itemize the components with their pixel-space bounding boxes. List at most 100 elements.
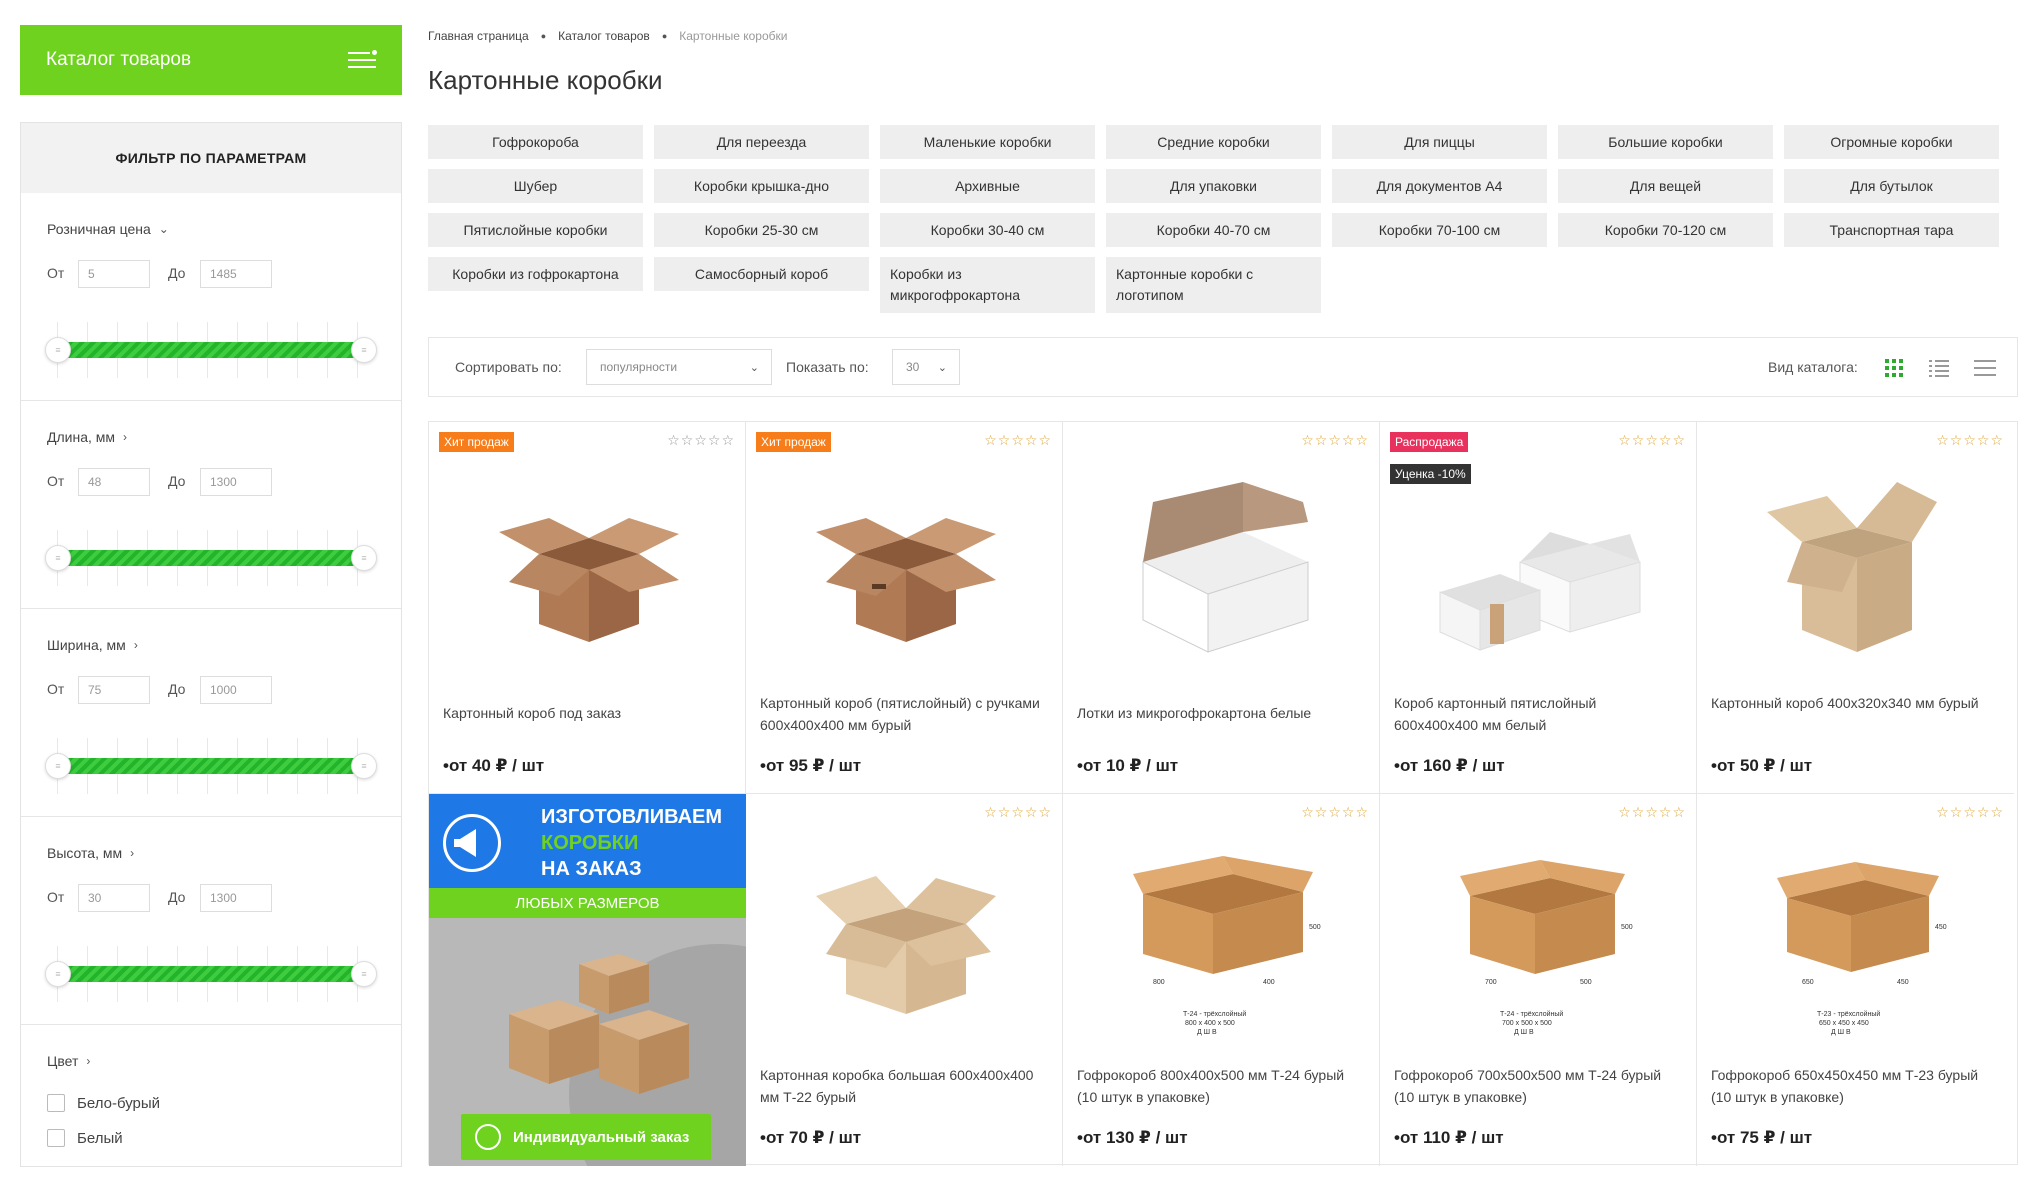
show-label: Показать по:	[786, 359, 869, 375]
product-price: •от 50 ₽ / шт	[1711, 756, 1813, 775]
tag[interactable]: Для упаковки	[1106, 169, 1321, 203]
svg-text:450: 450	[1897, 979, 1909, 986]
width-slider-min-handle[interactable]: ≡	[45, 753, 71, 779]
price-from-input[interactable]: 5	[78, 260, 150, 288]
tag[interactable]: Средние коробки	[1106, 125, 1321, 159]
product-card[interactable]: ☆☆☆☆☆ Лотки из микрогофрокартона белые •…	[1063, 422, 1380, 794]
banner-subtitle: ЛЮБЫХ РАЗМЕРОВ	[429, 888, 746, 918]
width-to-input[interactable]: 1000	[200, 676, 272, 704]
product-name[interactable]: Короб картонный пятислойный 600х400х400 …	[1394, 692, 1684, 736]
price-slider-max-handle[interactable]: ≡	[351, 337, 377, 363]
breadcrumb-catalog[interactable]: Каталог товаров	[558, 29, 650, 43]
width-from-input[interactable]: 75	[78, 676, 150, 704]
catalog-menu-button[interactable]: Каталог товаров	[20, 25, 402, 95]
filter-price-toggle[interactable]: Розничная цена ⌄	[47, 221, 169, 237]
product-image[interactable]: 500 700 500 Т-24 - трёхслойный 700 х 500…	[1430, 834, 1647, 1044]
color-option-belo-bury[interactable]: Бело-бурый	[47, 1094, 160, 1112]
tag[interactable]: Архивные	[880, 169, 1095, 203]
length-slider-max-handle[interactable]: ≡	[351, 545, 377, 571]
product-image[interactable]: 450 650 450 Т-23 - трёхслойный 650 х 450…	[1747, 834, 1964, 1044]
length-to-input[interactable]: 1300	[200, 468, 272, 496]
tag[interactable]: Для переезда	[654, 125, 869, 159]
tag[interactable]: Маленькие коробки	[880, 125, 1095, 159]
product-image[interactable]	[1747, 462, 1964, 672]
product-card[interactable]: Распродажа Уценка -10% ☆☆☆☆☆ Короб карто…	[1380, 422, 1697, 794]
tag[interactable]: Коробки 30-40 см	[880, 213, 1095, 247]
length-slider-min-handle[interactable]: ≡	[45, 545, 71, 571]
tag[interactable]: Коробки 40-70 см	[1106, 213, 1321, 247]
tag[interactable]: Для пиццы	[1332, 125, 1547, 159]
product-card[interactable]: ☆☆☆☆☆ Картонная коробка большая 600х400х…	[746, 794, 1063, 1166]
grid-view-icon[interactable]	[1885, 359, 1903, 377]
product-image[interactable]	[1113, 462, 1330, 672]
product-name[interactable]: Картонный короб под заказ	[443, 702, 733, 724]
tag[interactable]: Для бутылок	[1784, 169, 1999, 203]
tag[interactable]: Коробки 25-30 см	[654, 213, 869, 247]
product-name[interactable]: Картонная коробка большая 600х400х400 мм…	[760, 1064, 1050, 1108]
width-slider-max-handle[interactable]: ≡	[351, 753, 377, 779]
product-card[interactable]: ☆☆☆☆☆ Картонный короб 400х320х340 мм бур…	[1697, 422, 2014, 794]
product-name[interactable]: Лотки из микрогофрокартона белые	[1077, 702, 1367, 724]
product-card[interactable]: ☆☆☆☆☆ 450 650 450 Т-23 - трёхслойный 650…	[1697, 794, 2014, 1166]
height-slider-min-handle[interactable]: ≡	[45, 961, 71, 987]
product-name[interactable]: Гофрокороб 650х450х450 мм Т-23 бурый (10…	[1711, 1064, 2001, 1108]
height-slider-track[interactable]	[57, 966, 360, 982]
height-from-input[interactable]: 30	[78, 884, 150, 912]
product-name[interactable]: Гофрокороб 800х400х500 мм Т-24 бурый (10…	[1077, 1064, 1367, 1108]
list-view-icon[interactable]	[1929, 359, 1949, 377]
length-from-input[interactable]: 48	[78, 468, 150, 496]
tag[interactable]: Коробки 70-100 см	[1332, 213, 1547, 247]
product-card[interactable]: ☆☆☆☆☆ 500 700 500 Т-24 - трёхслойный 700…	[1380, 794, 1697, 1166]
filter-color-toggle[interactable]: Цвет ›	[47, 1053, 90, 1069]
height-to-input[interactable]: 1300	[200, 884, 272, 912]
product-image[interactable]	[796, 834, 1013, 1044]
tag[interactable]: Пятислойные коробки	[428, 213, 643, 247]
checkbox[interactable]	[47, 1094, 65, 1112]
tag[interactable]: Самосборный короб	[654, 257, 869, 291]
tag[interactable]: Для документов А4	[1332, 169, 1547, 203]
product-name[interactable]: Картонный короб (пятислойный) с ручками …	[760, 692, 1050, 736]
tag[interactable]: Большие коробки	[1558, 125, 1773, 159]
sale-badge: Распродажа	[1390, 432, 1469, 452]
tag[interactable]: Коробки из гофрокартона	[428, 257, 643, 291]
to-label: До	[168, 265, 186, 281]
tag[interactable]: Для вещей	[1558, 169, 1773, 203]
filter-width-toggle[interactable]: Ширина, мм ›	[47, 637, 138, 653]
product-card[interactable]: Хит продаж ☆☆☆☆☆ Картонный короб под зак…	[429, 422, 746, 794]
product-image[interactable]	[479, 462, 696, 672]
width-slider-track[interactable]	[57, 758, 360, 774]
tag[interactable]: Гофрокороба	[428, 125, 643, 159]
product-image[interactable]	[1430, 462, 1647, 672]
product-name[interactable]: Гофрокороб 700х500х500 мм Т-24 бурый (10…	[1394, 1064, 1684, 1108]
tag[interactable]: Транспортная тара	[1784, 213, 1999, 247]
tag[interactable]: Коробки крышка-дно	[654, 169, 869, 203]
product-image[interactable]	[796, 462, 1013, 672]
price-slider-min-handle[interactable]: ≡	[45, 337, 71, 363]
product-card[interactable]: Хит продаж ☆☆☆☆☆ Картонный короб (пятисл…	[746, 422, 1063, 794]
svg-text:400: 400	[1263, 979, 1275, 986]
sort-select[interactable]: популярности ⌄	[586, 349, 772, 385]
tag[interactable]: Коробки из микрогофрокартона	[880, 257, 1095, 313]
checkbox[interactable]	[47, 1129, 65, 1147]
product-image[interactable]: 500 800 400 Т-24 - трёхслойный 800 х 400…	[1113, 834, 1330, 1044]
tag[interactable]: Огромные коробки	[1784, 125, 1999, 159]
table-view-icon[interactable]	[1974, 360, 1996, 376]
color-option-bely[interactable]: Белый	[47, 1129, 123, 1147]
filter-length-toggle[interactable]: Длина, мм ›	[47, 429, 127, 445]
price-to-input[interactable]: 1485	[200, 260, 272, 288]
tag[interactable]: Шубер	[428, 169, 643, 203]
svg-text:650: 650	[1802, 979, 1814, 986]
per-page-select[interactable]: 30 ⌄	[892, 349, 960, 385]
price-slider-track[interactable]	[57, 342, 360, 358]
custom-order-button[interactable]: Индивидуальный заказ	[461, 1114, 711, 1160]
breadcrumb-current: Картонные коробки	[679, 29, 788, 43]
filter-height-toggle[interactable]: Высота, мм ›	[47, 845, 134, 861]
product-card[interactable]: ☆☆☆☆☆ 500 800 400 Т-24 - трёхслойный 800…	[1063, 794, 1380, 1166]
tag[interactable]: Картонные коробки с логотипом	[1106, 257, 1321, 313]
custom-order-banner[interactable]: ИЗГОТОВЛИВАЕМ КОРОБКИ НА ЗАКАЗ ЛЮБЫХ РАЗ…	[429, 794, 746, 1166]
tag[interactable]: Коробки 70-120 см	[1558, 213, 1773, 247]
height-slider-max-handle[interactable]: ≡	[351, 961, 377, 987]
breadcrumb-home[interactable]: Главная страница	[428, 29, 529, 43]
product-name[interactable]: Картонный короб 400х320х340 мм бурый	[1711, 692, 2001, 714]
length-slider-track[interactable]	[57, 550, 360, 566]
